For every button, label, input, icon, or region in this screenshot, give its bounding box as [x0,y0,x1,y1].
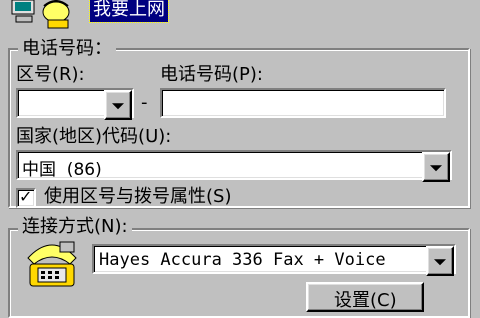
modem-combobox[interactable]: Hayes Accura 336 Fax + Voice [92,244,456,276]
area-code-combobox[interactable] [16,88,134,120]
country-code-dropdown-button[interactable] [422,152,450,182]
country-code-label: 国家(地区)代码(U): [16,126,172,147]
checkmark-icon: ✓ [19,187,33,206]
dash-separator: - [141,92,148,113]
modem-dropdown-button[interactable] [426,246,454,276]
phone-group-legend: 电话号码： [18,38,116,60]
chevron-down-icon [430,165,442,172]
chevron-down-icon [112,103,124,110]
modem-value: Hayes Accura 336 Fax + Voice [99,250,386,270]
chevron-down-icon [434,259,446,266]
settings-button-label: 设置(C) [334,290,397,311]
area-code-dropdown-button[interactable] [104,90,132,120]
country-code-value: 中国 (86) [22,160,102,180]
use-area-code-checkbox[interactable]: ✓ [16,187,36,208]
connection-name[interactable]: 我要上网 [89,0,169,23]
settings-button[interactable]: 设置(C) [306,282,424,312]
phone-number-label: 电话号码(P): [160,64,263,85]
area-code-label: 区号(R): [16,64,85,85]
use-area-code-label[interactable]: 使用区号与拨号属性(S) [44,186,231,208]
phone-number-input[interactable] [160,88,446,118]
connection-name-text: 我要上网 [93,0,165,20]
telephone-icon [24,238,80,290]
country-code-combobox[interactable]: 中国 (86) [16,150,452,182]
computer-phone-icon [10,0,72,30]
connect-group-legend: 连接方式(N): [18,216,132,238]
